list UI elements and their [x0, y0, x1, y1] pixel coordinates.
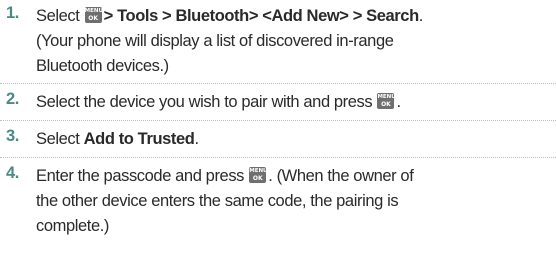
step-text-line: Bluetooth devices.)	[36, 57, 169, 75]
step-text: .	[194, 130, 199, 148]
step-text: Enter the passcode and press	[36, 167, 245, 185]
step-number: 1.	[6, 4, 19, 22]
divider	[0, 157, 556, 158]
step-number: 2.	[6, 90, 19, 108]
menu-path: > Tools > Bluetooth> <Add New> > Search	[103, 7, 419, 25]
step-text-line: the other device enters the same code, t…	[36, 192, 399, 210]
step-text-line: Select MENU OK > Tools > Bluetooth> <Add N…	[36, 4, 423, 29]
step-text-line: Enter the passcode and press MENU OK. (Wh…	[36, 164, 414, 189]
step-text: . (When the owner of	[268, 167, 414, 185]
step-number: 3.	[6, 127, 19, 145]
step-text-line: Select Add to Trusted.	[36, 127, 199, 152]
menu-ok-key-icon: MENU OK	[249, 167, 268, 183]
step-text: .	[396, 93, 401, 111]
step-text-line: Select the device you wish to pair with …	[36, 90, 401, 115]
step-text: .	[418, 7, 424, 25]
menu-ok-key-icon: MENU OK	[377, 93, 396, 109]
step-text: Select the device you wish to pair with …	[36, 93, 373, 111]
menu-ok-key-icon: MENU OK	[84, 7, 103, 23]
step-text-line: complete.)	[36, 217, 110, 235]
divider	[0, 83, 556, 84]
step-number: 4.	[6, 164, 19, 182]
divider	[0, 120, 556, 121]
menu-option: Add to Trusted	[83, 130, 195, 148]
step-text: Select	[36, 130, 80, 148]
step-text: Select	[36, 7, 80, 25]
step-text-line: (Your phone will display a list of disco…	[36, 32, 394, 50]
